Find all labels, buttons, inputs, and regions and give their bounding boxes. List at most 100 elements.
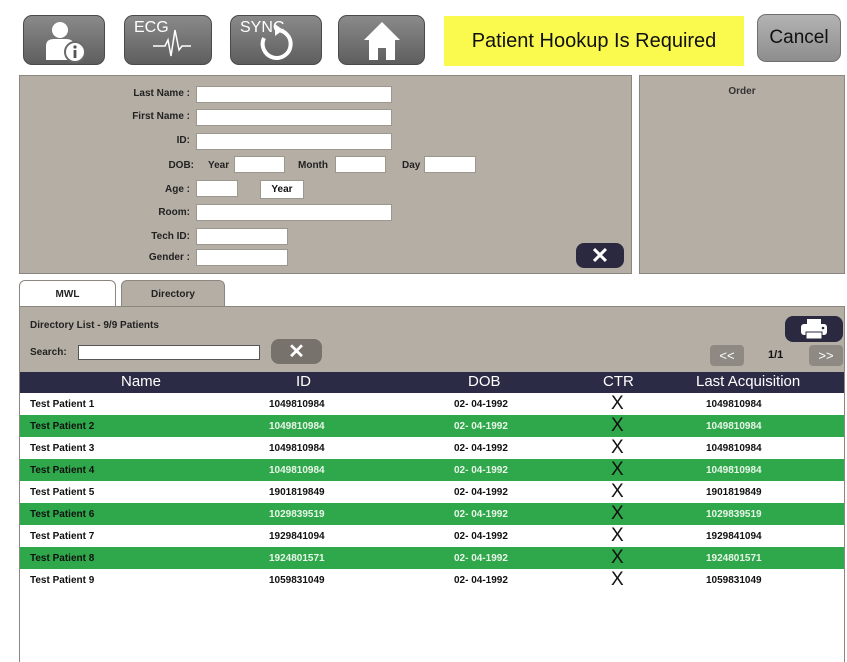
clear-form-button[interactable]: ✕ <box>576 243 624 268</box>
patient-table-body: Test Patient 1 1049810984 02- 04-1992 X … <box>20 393 844 591</box>
patient-ctr: X <box>611 415 624 436</box>
patient-id: 1049810984 <box>269 465 325 476</box>
column-header-id[interactable]: ID <box>296 373 311 390</box>
patient-id: 1901819849 <box>269 487 325 498</box>
close-icon: ✕ <box>590 242 610 268</box>
patient-id: 1049810984 <box>269 443 325 454</box>
patient-last-acquisition: 1929841094 <box>706 531 762 542</box>
patient-dob: 02- 04-1992 <box>454 553 508 564</box>
dob-label: DOB: <box>168 160 194 171</box>
patient-id: 1029839519 <box>269 509 325 520</box>
patient-id: 1049810984 <box>269 421 325 432</box>
id-field[interactable] <box>196 133 392 150</box>
dob-month-label: Month <box>298 160 328 171</box>
home-button[interactable] <box>338 15 425 65</box>
table-row[interactable]: Test Patient 9 1059831049 02- 04-1992 X … <box>20 569 844 591</box>
table-row[interactable]: Test Patient 5 1901819849 02- 04-1992 X … <box>20 481 844 503</box>
dob-day-field[interactable] <box>424 156 476 173</box>
room-label: Room: <box>158 207 190 218</box>
patient-last-acquisition: 1029839519 <box>706 509 762 520</box>
tab-strip: MWL Directory <box>19 277 845 307</box>
patient-dob: 02- 04-1992 <box>454 399 508 410</box>
patient-ctr: X <box>611 569 624 590</box>
patient-info-button[interactable] <box>23 15 105 65</box>
patient-name: Test Patient 6 <box>30 509 95 520</box>
gender-field[interactable] <box>196 249 288 266</box>
patient-dob: 02- 04-1992 <box>454 487 508 498</box>
order-panel: Order <box>639 75 845 274</box>
table-row[interactable]: Test Patient 7 1929841094 02- 04-1992 X … <box>20 525 844 547</box>
column-header-last-acquisition[interactable]: Last Acquisition <box>696 373 800 390</box>
column-header-dob[interactable]: DOB <box>468 373 501 390</box>
dob-month-field[interactable] <box>335 156 386 173</box>
id-label: ID: <box>176 135 190 146</box>
patient-ctr: X <box>611 547 624 568</box>
age-label: Age : <box>165 184 190 195</box>
previous-page-button[interactable]: << <box>710 345 744 366</box>
table-row[interactable]: Test Patient 2 1049810984 02- 04-1992 X … <box>20 415 844 437</box>
room-field[interactable] <box>196 204 392 221</box>
sync-button[interactable]: SYNC <box>230 15 322 65</box>
dob-year-field[interactable] <box>234 156 285 173</box>
ecg-button[interactable]: ECG <box>124 15 212 65</box>
directory-panel: Directory List - 9/9 Patients Search: ✕ … <box>19 306 845 662</box>
patient-last-acquisition: 1901819849 <box>706 487 762 498</box>
patient-ctr: X <box>611 503 624 524</box>
column-header-ctr[interactable]: CTR <box>603 373 634 390</box>
patient-last-acquisition: 1049810984 <box>706 399 762 410</box>
table-row[interactable]: Test Patient 3 1049810984 02- 04-1992 X … <box>20 437 844 459</box>
directory-header: Directory List - 9/9 Patients Search: ✕ … <box>20 306 844 373</box>
dob-day-label: Day <box>402 160 421 171</box>
home-icon <box>364 22 400 60</box>
tech-id-label: Tech ID: <box>151 231 190 242</box>
next-page-button[interactable]: >> <box>809 345 843 366</box>
table-row[interactable]: Test Patient 6 1029839519 02- 04-1992 X … <box>20 503 844 525</box>
cancel-button[interactable]: Cancel <box>757 14 841 62</box>
table-header: Name ID DOB CTR Last Acquisition <box>20 372 844 393</box>
clear-search-button[interactable]: ✕ <box>271 339 322 364</box>
column-header-name[interactable]: Name <box>121 373 161 390</box>
patient-dob: 02- 04-1992 <box>454 443 508 454</box>
tech-id-field[interactable] <box>196 228 288 245</box>
first-name-field[interactable] <box>196 109 392 126</box>
tab-mwl[interactable]: MWL <box>19 280 116 307</box>
patient-name: Test Patient 5 <box>30 487 95 498</box>
directory-count: Directory List - 9/9 Patients <box>30 320 159 331</box>
patient-name: Test Patient 7 <box>30 531 95 542</box>
top-toolbar: ECG SYNC Patient Hookup Is Required Canc… <box>0 0 847 75</box>
patient-hookup-banner: Patient Hookup Is Required <box>444 16 744 66</box>
age-unit-button[interactable]: Year <box>260 180 304 199</box>
first-name-label: First Name : <box>132 111 190 122</box>
search-input[interactable] <box>78 345 260 360</box>
last-name-field[interactable] <box>196 86 392 103</box>
age-field[interactable] <box>196 180 238 197</box>
last-name-label: Last Name : <box>133 88 190 99</box>
patient-form-panel: Last Name : First Name : ID: DOB: Year M… <box>19 75 632 274</box>
patient-ctr: X <box>611 437 624 458</box>
patient-ctr: X <box>611 393 624 414</box>
patient-dob: 02- 04-1992 <box>454 465 508 476</box>
patient-name: Test Patient 1 <box>30 399 95 410</box>
patient-ctr: X <box>611 525 624 546</box>
table-row[interactable]: Test Patient 8 1924801571 02- 04-1992 X … <box>20 547 844 569</box>
gender-label: Gender : <box>148 252 190 263</box>
table-row[interactable]: Test Patient 1 1049810984 02- 04-1992 X … <box>20 393 844 415</box>
close-icon: ✕ <box>288 341 305 363</box>
printer-icon <box>801 319 827 340</box>
patient-id: 1924801571 <box>269 553 325 564</box>
patient-name: Test Patient 2 <box>30 421 95 432</box>
patient-id: 1059831049 <box>269 575 325 586</box>
patient-name: Test Patient 8 <box>30 553 95 564</box>
print-button[interactable] <box>785 316 843 342</box>
tab-directory[interactable]: Directory <box>121 280 225 307</box>
patient-dob: 02- 04-1992 <box>454 421 508 432</box>
patient-id: 1929841094 <box>269 531 325 542</box>
patient-dob: 02- 04-1992 <box>454 531 508 542</box>
sync-arrows-icon <box>260 24 293 60</box>
dob-year-label: Year <box>208 160 230 171</box>
search-label: Search: <box>30 347 67 358</box>
patient-last-acquisition: 1924801571 <box>706 553 762 564</box>
ecg-waveform-icon <box>153 29 191 57</box>
table-row[interactable]: Test Patient 4 1049810984 02- 04-1992 X … <box>20 459 844 481</box>
patient-last-acquisition: 1049810984 <box>706 421 762 432</box>
